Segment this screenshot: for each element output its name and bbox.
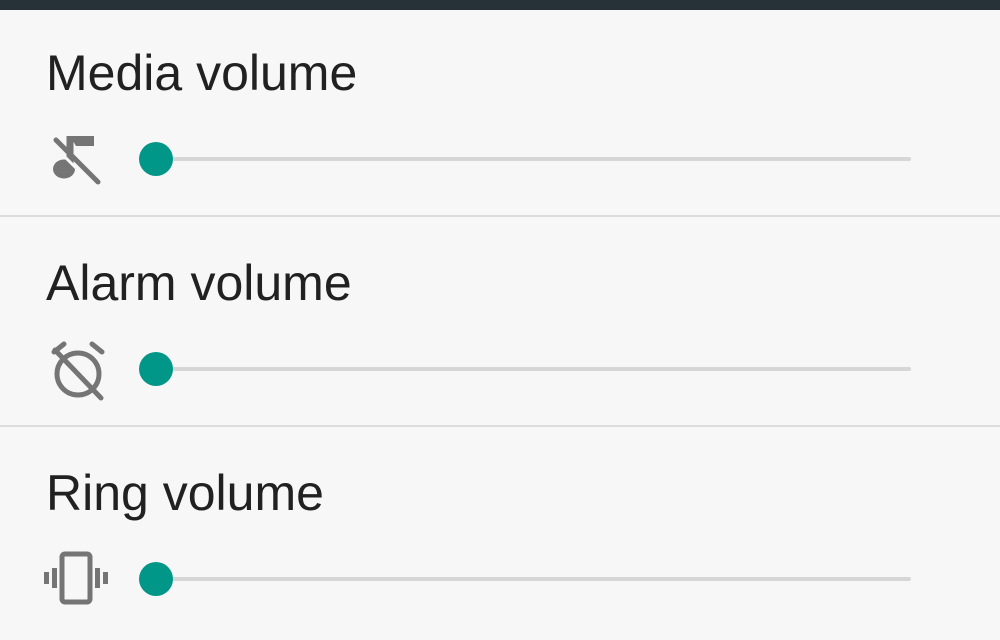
ring-volume-thumb[interactable]	[139, 562, 173, 596]
ring-volume-slider[interactable]	[139, 562, 911, 596]
media-volume-thumb[interactable]	[139, 142, 173, 176]
media-volume-label: Media volume	[46, 45, 358, 101]
media-volume-slider[interactable]	[139, 142, 911, 176]
ring-volume-setting: Ring volume	[0, 430, 1000, 640]
alarm-off-icon[interactable]	[42, 336, 112, 406]
alarm-volume-thumb[interactable]	[139, 352, 173, 386]
vibrate-icon[interactable]	[42, 544, 112, 614]
alarm-volume-slider[interactable]	[139, 352, 911, 386]
status-bar	[0, 0, 1000, 10]
media-volume-setting: Media volume	[0, 10, 1000, 220]
divider	[0, 425, 1000, 427]
ring-volume-label: Ring volume	[46, 465, 324, 521]
music-off-icon[interactable]	[42, 126, 112, 196]
divider	[0, 215, 1000, 217]
alarm-volume-label: Alarm volume	[46, 255, 352, 311]
alarm-volume-setting: Alarm volume	[0, 220, 1000, 430]
